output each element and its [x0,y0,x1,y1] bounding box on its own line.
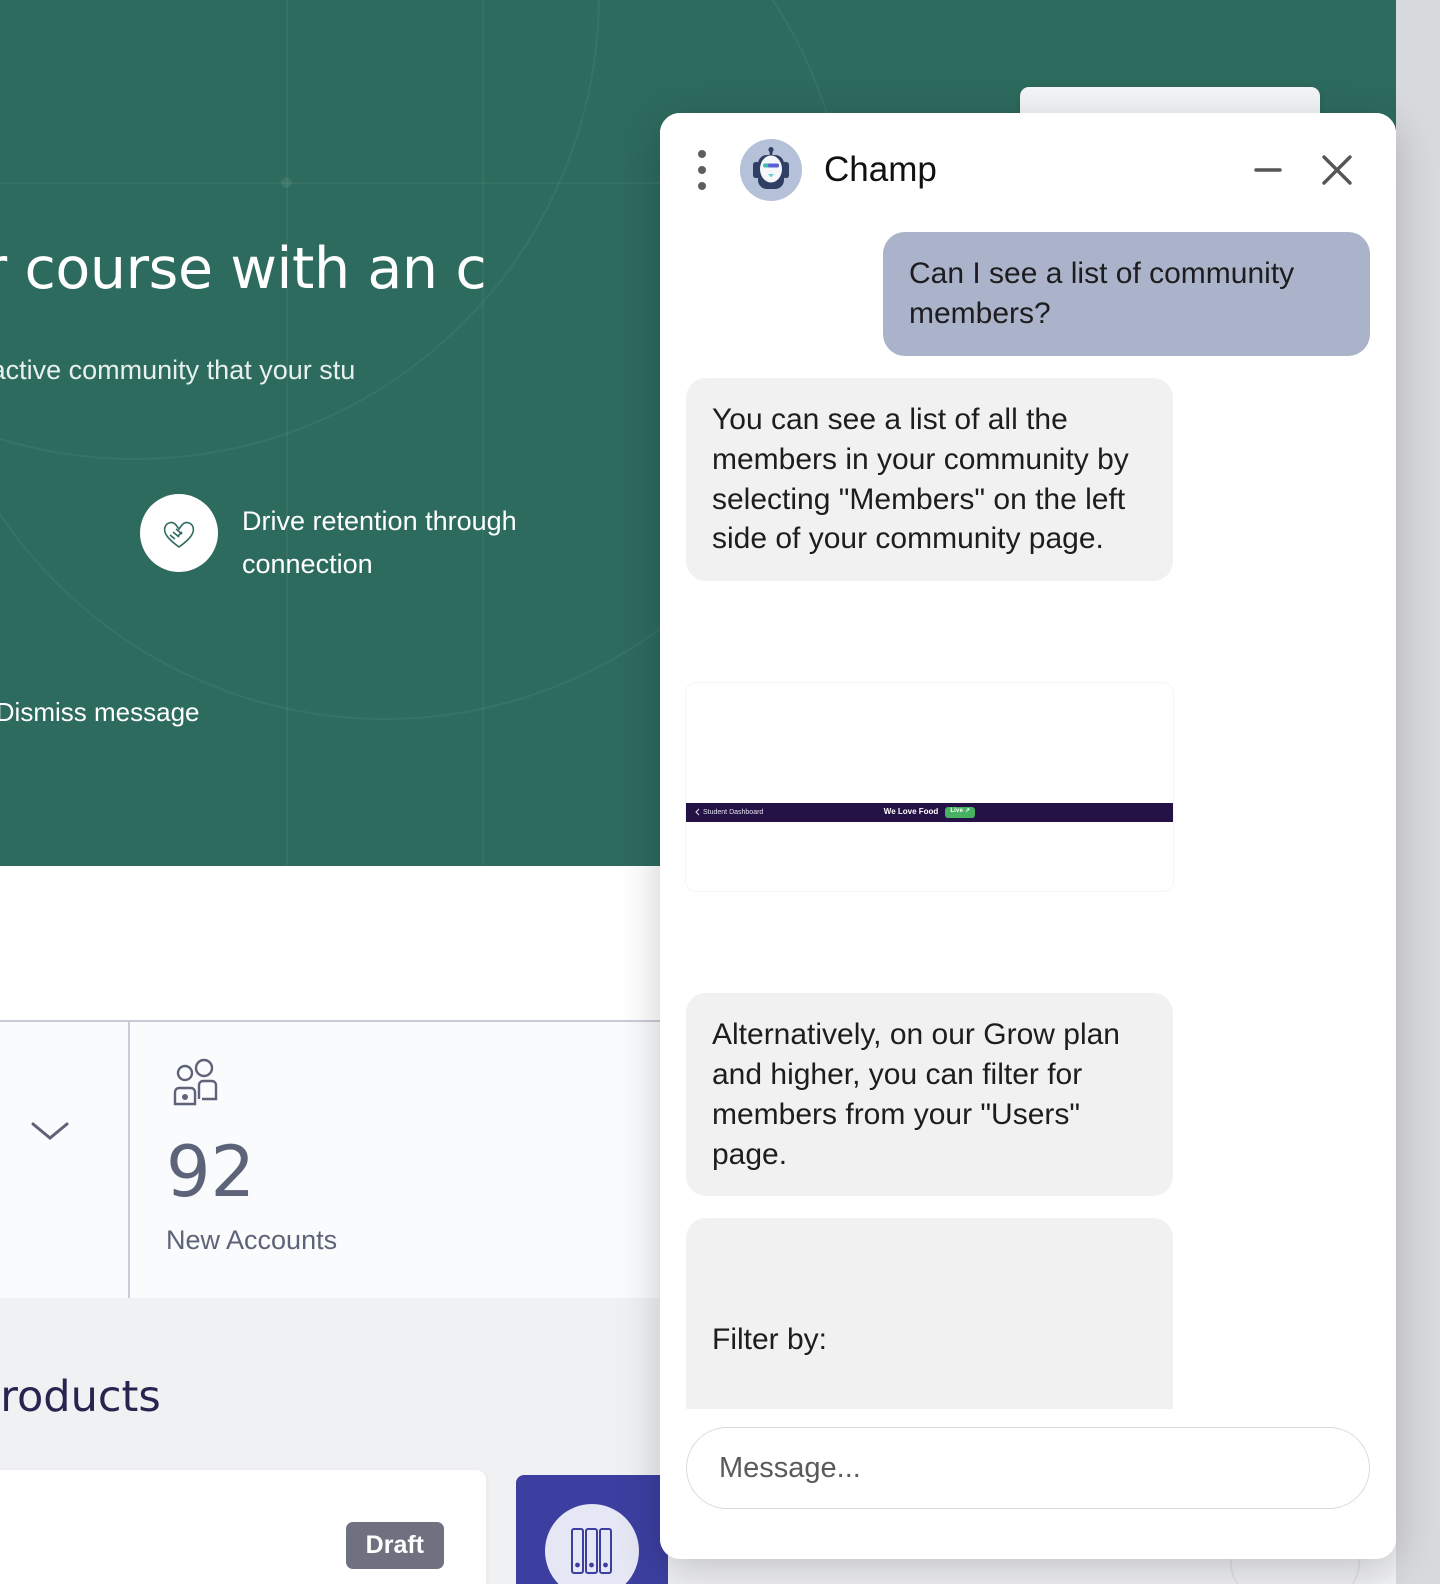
hero-cta-row: NITIES → Dismiss message [0,676,200,749]
filter-intro: Filter by: [712,1323,828,1357]
product-card[interactable]: hip Draft [0,1470,486,1584]
live-badge[interactable]: Live ↗ [945,806,976,818]
chat-title: Champ [824,149,937,189]
stat-value: 92 [166,1131,256,1213]
stats-card: 92 New Accounts [0,1020,680,1298]
message-row-user: Can I see a list of community members? [686,232,1370,356]
embedded-screenshot[interactable]: Student Dashboard We Love Food Live ↗ [686,683,1173,892]
chat-widget: Champ Can I see a list of community memb… [660,113,1396,1559]
message-bubble-image[interactable]: Student Dashboard We Love Food Live ↗ [686,603,1173,971]
handshake-heart-icon [140,494,218,572]
hero-subtitle: ourse with an interactive community that… [0,355,356,385]
stat-label: New Accounts [166,1225,338,1255]
chat-messages: Can I see a list of community members? Y… [660,226,1396,1409]
product-tile[interactable] [516,1475,668,1584]
chat-composer [660,1409,1396,1559]
message-row-bot: Alternatively, on our Grow plan and high… [686,992,1370,1197]
message-bubble-filter-list: Filter by: 1"Has purchased" for communit… [686,1218,1173,1409]
message-row-bot-list: Filter by: 1"Has purchased" for communit… [686,1218,1370,1409]
message-input[interactable] [686,1427,1370,1509]
chevron-down-icon[interactable] [28,1118,72,1149]
stats-cell-new-accounts: 92 New Accounts [130,1022,680,1298]
robot-avatar-icon [740,138,802,201]
message-bubble-bot: You can see a list of all the members in… [686,377,1173,582]
chat-header: Champ [660,113,1396,226]
message-row-bot-image: Student Dashboard We Love Food Live ↗ [686,603,1370,971]
hero-feature-item: Drive retention through connection [140,494,540,586]
products-heading: d products [0,1372,161,1422]
stats-cell-empty [0,1022,130,1298]
hero-feature-item: monetize your [0,494,80,543]
message-row-bot: You can see a list of all the members in… [686,377,1370,582]
screen: rge your course with an c ourse with an … [0,0,1440,1584]
close-icon[interactable] [1312,145,1362,195]
community-title-group: We Love Food Live ↗ [686,806,1173,818]
status-badge: Draft [345,1521,444,1569]
hero-feature-list: monetize your Drive retention through co… [0,494,540,586]
minimize-icon[interactable] [1244,146,1292,194]
embedded-topbar: Student Dashboard We Love Food Live ↗ [686,802,1173,822]
hero-feature-label: Drive retention through connection [242,506,517,580]
hero-title: rge your course with an c [0,236,487,302]
dismiss-message-link[interactable]: Dismiss message [0,697,200,728]
page-gutter [1396,0,1440,1584]
kebab-menu-icon[interactable] [682,149,722,190]
community-name: We Love Food [883,806,939,816]
books-icon [545,1504,639,1584]
message-bubble-user: Can I see a list of community members? [883,232,1370,356]
message-bubble-bot: Alternatively, on our Grow plan and high… [686,992,1173,1197]
users-icon [166,1056,642,1123]
